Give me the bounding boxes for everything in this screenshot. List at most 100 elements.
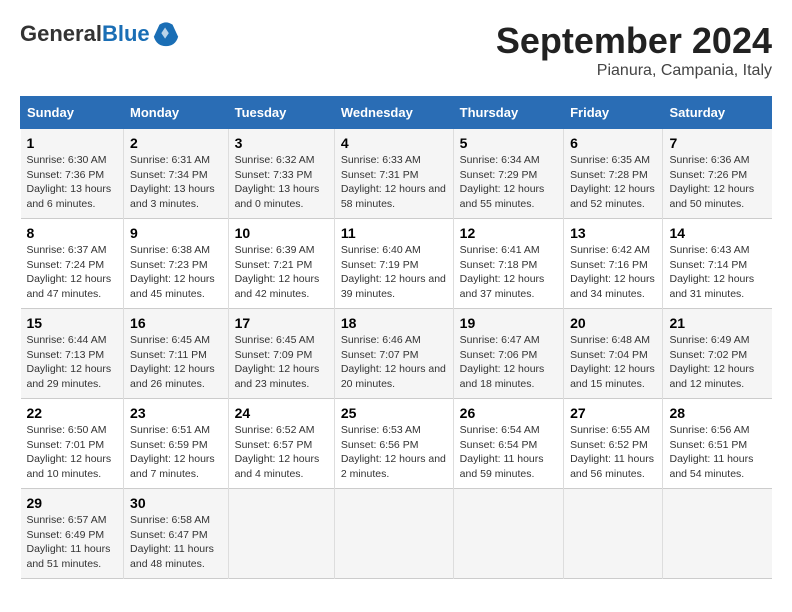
day-info: Sunrise: 6:53 AMSunset: 6:56 PMDaylight:… [341, 424, 446, 480]
day-info: Sunrise: 6:54 AMSunset: 6:54 PMDaylight:… [460, 424, 544, 480]
day-number: 1 [27, 135, 118, 151]
calendar-cell: 14 Sunrise: 6:43 AMSunset: 7:14 PMDaylig… [663, 219, 772, 309]
logo-icon [152, 20, 180, 48]
day-number: 3 [235, 135, 328, 151]
day-number: 5 [460, 135, 557, 151]
calendar-cell: 5 Sunrise: 6:34 AMSunset: 7:29 PMDayligh… [453, 129, 563, 219]
day-number: 10 [235, 225, 328, 241]
calendar-week-3: 15 Sunrise: 6:44 AMSunset: 7:13 PMDaylig… [21, 309, 772, 399]
calendar-cell: 23 Sunrise: 6:51 AMSunset: 6:59 PMDaylig… [124, 399, 229, 489]
day-info: Sunrise: 6:31 AMSunset: 7:34 PMDaylight:… [130, 154, 215, 210]
day-number: 16 [130, 315, 222, 331]
day-info: Sunrise: 6:35 AMSunset: 7:28 PMDaylight:… [570, 154, 655, 210]
day-number: 7 [669, 135, 765, 151]
day-number: 23 [130, 405, 222, 421]
day-number: 29 [27, 495, 118, 511]
day-info: Sunrise: 6:45 AMSunset: 7:11 PMDaylight:… [130, 334, 215, 390]
day-info: Sunrise: 6:52 AMSunset: 6:57 PMDaylight:… [235, 424, 320, 480]
col-tuesday: Tuesday [228, 97, 334, 129]
col-saturday: Saturday [663, 97, 772, 129]
location: Pianura, Campania, Italy [496, 62, 772, 80]
calendar-table: Sunday Monday Tuesday Wednesday Thursday… [20, 96, 772, 579]
calendar-cell: 8 Sunrise: 6:37 AMSunset: 7:24 PMDayligh… [21, 219, 124, 309]
day-number: 17 [235, 315, 328, 331]
day-info: Sunrise: 6:44 AMSunset: 7:13 PMDaylight:… [27, 334, 112, 390]
day-info: Sunrise: 6:58 AMSunset: 6:47 PMDaylight:… [130, 514, 214, 570]
calendar-cell: 6 Sunrise: 6:35 AMSunset: 7:28 PMDayligh… [564, 129, 663, 219]
day-number: 8 [27, 225, 118, 241]
calendar-cell: 16 Sunrise: 6:45 AMSunset: 7:11 PMDaylig… [124, 309, 229, 399]
day-number: 28 [669, 405, 765, 421]
calendar-week-1: 1 Sunrise: 6:30 AMSunset: 7:36 PMDayligh… [21, 129, 772, 219]
day-number: 20 [570, 315, 656, 331]
header-row: Sunday Monday Tuesday Wednesday Thursday… [21, 97, 772, 129]
day-number: 22 [27, 405, 118, 421]
day-info: Sunrise: 6:49 AMSunset: 7:02 PMDaylight:… [669, 334, 754, 390]
day-info: Sunrise: 6:46 AMSunset: 7:07 PMDaylight:… [341, 334, 446, 390]
day-number: 25 [341, 405, 447, 421]
calendar-cell: 3 Sunrise: 6:32 AMSunset: 7:33 PMDayligh… [228, 129, 334, 219]
day-number: 11 [341, 225, 447, 241]
day-number: 24 [235, 405, 328, 421]
day-info: Sunrise: 6:56 AMSunset: 6:51 PMDaylight:… [669, 424, 753, 480]
day-number: 2 [130, 135, 222, 151]
day-number: 30 [130, 495, 222, 511]
calendar-cell: 28 Sunrise: 6:56 AMSunset: 6:51 PMDaylig… [663, 399, 772, 489]
calendar-cell: 13 Sunrise: 6:42 AMSunset: 7:16 PMDaylig… [564, 219, 663, 309]
day-info: Sunrise: 6:42 AMSunset: 7:16 PMDaylight:… [570, 244, 655, 300]
logo-general-text: GeneralBlue [20, 22, 150, 46]
calendar-cell: 27 Sunrise: 6:55 AMSunset: 6:52 PMDaylig… [564, 399, 663, 489]
calendar-cell: 30 Sunrise: 6:58 AMSunset: 6:47 PMDaylig… [124, 489, 229, 579]
day-info: Sunrise: 6:38 AMSunset: 7:23 PMDaylight:… [130, 244, 215, 300]
calendar-week-4: 22 Sunrise: 6:50 AMSunset: 7:01 PMDaylig… [21, 399, 772, 489]
day-info: Sunrise: 6:51 AMSunset: 6:59 PMDaylight:… [130, 424, 215, 480]
day-info: Sunrise: 6:39 AMSunset: 7:21 PMDaylight:… [235, 244, 320, 300]
day-info: Sunrise: 6:40 AMSunset: 7:19 PMDaylight:… [341, 244, 446, 300]
day-info: Sunrise: 6:50 AMSunset: 7:01 PMDaylight:… [27, 424, 112, 480]
calendar-cell [334, 489, 453, 579]
col-sunday: Sunday [21, 97, 124, 129]
calendar-cell [663, 489, 772, 579]
calendar-cell [228, 489, 334, 579]
day-info: Sunrise: 6:34 AMSunset: 7:29 PMDaylight:… [460, 154, 545, 210]
calendar-cell: 22 Sunrise: 6:50 AMSunset: 7:01 PMDaylig… [21, 399, 124, 489]
title-area: September 2024 Pianura, Campania, Italy [496, 20, 772, 80]
calendar-cell: 12 Sunrise: 6:41 AMSunset: 7:18 PMDaylig… [453, 219, 563, 309]
day-info: Sunrise: 6:33 AMSunset: 7:31 PMDaylight:… [341, 154, 446, 210]
month-title: September 2024 [496, 20, 772, 62]
calendar-cell: 15 Sunrise: 6:44 AMSunset: 7:13 PMDaylig… [21, 309, 124, 399]
calendar-cell: 1 Sunrise: 6:30 AMSunset: 7:36 PMDayligh… [21, 129, 124, 219]
calendar-cell: 20 Sunrise: 6:48 AMSunset: 7:04 PMDaylig… [564, 309, 663, 399]
calendar-cell: 29 Sunrise: 6:57 AMSunset: 6:49 PMDaylig… [21, 489, 124, 579]
calendar-cell: 24 Sunrise: 6:52 AMSunset: 6:57 PMDaylig… [228, 399, 334, 489]
day-number: 18 [341, 315, 447, 331]
day-number: 26 [460, 405, 557, 421]
day-number: 6 [570, 135, 656, 151]
calendar-cell: 21 Sunrise: 6:49 AMSunset: 7:02 PMDaylig… [663, 309, 772, 399]
day-number: 13 [570, 225, 656, 241]
day-info: Sunrise: 6:55 AMSunset: 6:52 PMDaylight:… [570, 424, 654, 480]
day-info: Sunrise: 6:43 AMSunset: 7:14 PMDaylight:… [669, 244, 754, 300]
day-number: 4 [341, 135, 447, 151]
calendar-week-2: 8 Sunrise: 6:37 AMSunset: 7:24 PMDayligh… [21, 219, 772, 309]
col-thursday: Thursday [453, 97, 563, 129]
calendar-cell: 17 Sunrise: 6:45 AMSunset: 7:09 PMDaylig… [228, 309, 334, 399]
day-number: 21 [669, 315, 765, 331]
calendar-cell: 19 Sunrise: 6:47 AMSunset: 7:06 PMDaylig… [453, 309, 563, 399]
col-monday: Monday [124, 97, 229, 129]
col-friday: Friday [564, 97, 663, 129]
day-number: 9 [130, 225, 222, 241]
calendar-cell [453, 489, 563, 579]
calendar-cell: 26 Sunrise: 6:54 AMSunset: 6:54 PMDaylig… [453, 399, 563, 489]
day-info: Sunrise: 6:45 AMSunset: 7:09 PMDaylight:… [235, 334, 320, 390]
day-info: Sunrise: 6:37 AMSunset: 7:24 PMDaylight:… [27, 244, 112, 300]
day-number: 27 [570, 405, 656, 421]
calendar-cell: 4 Sunrise: 6:33 AMSunset: 7:31 PMDayligh… [334, 129, 453, 219]
day-number: 15 [27, 315, 118, 331]
calendar-cell: 25 Sunrise: 6:53 AMSunset: 6:56 PMDaylig… [334, 399, 453, 489]
calendar-cell [564, 489, 663, 579]
day-number: 14 [669, 225, 765, 241]
calendar-week-5: 29 Sunrise: 6:57 AMSunset: 6:49 PMDaylig… [21, 489, 772, 579]
day-info: Sunrise: 6:30 AMSunset: 7:36 PMDaylight:… [27, 154, 112, 210]
day-info: Sunrise: 6:48 AMSunset: 7:04 PMDaylight:… [570, 334, 655, 390]
